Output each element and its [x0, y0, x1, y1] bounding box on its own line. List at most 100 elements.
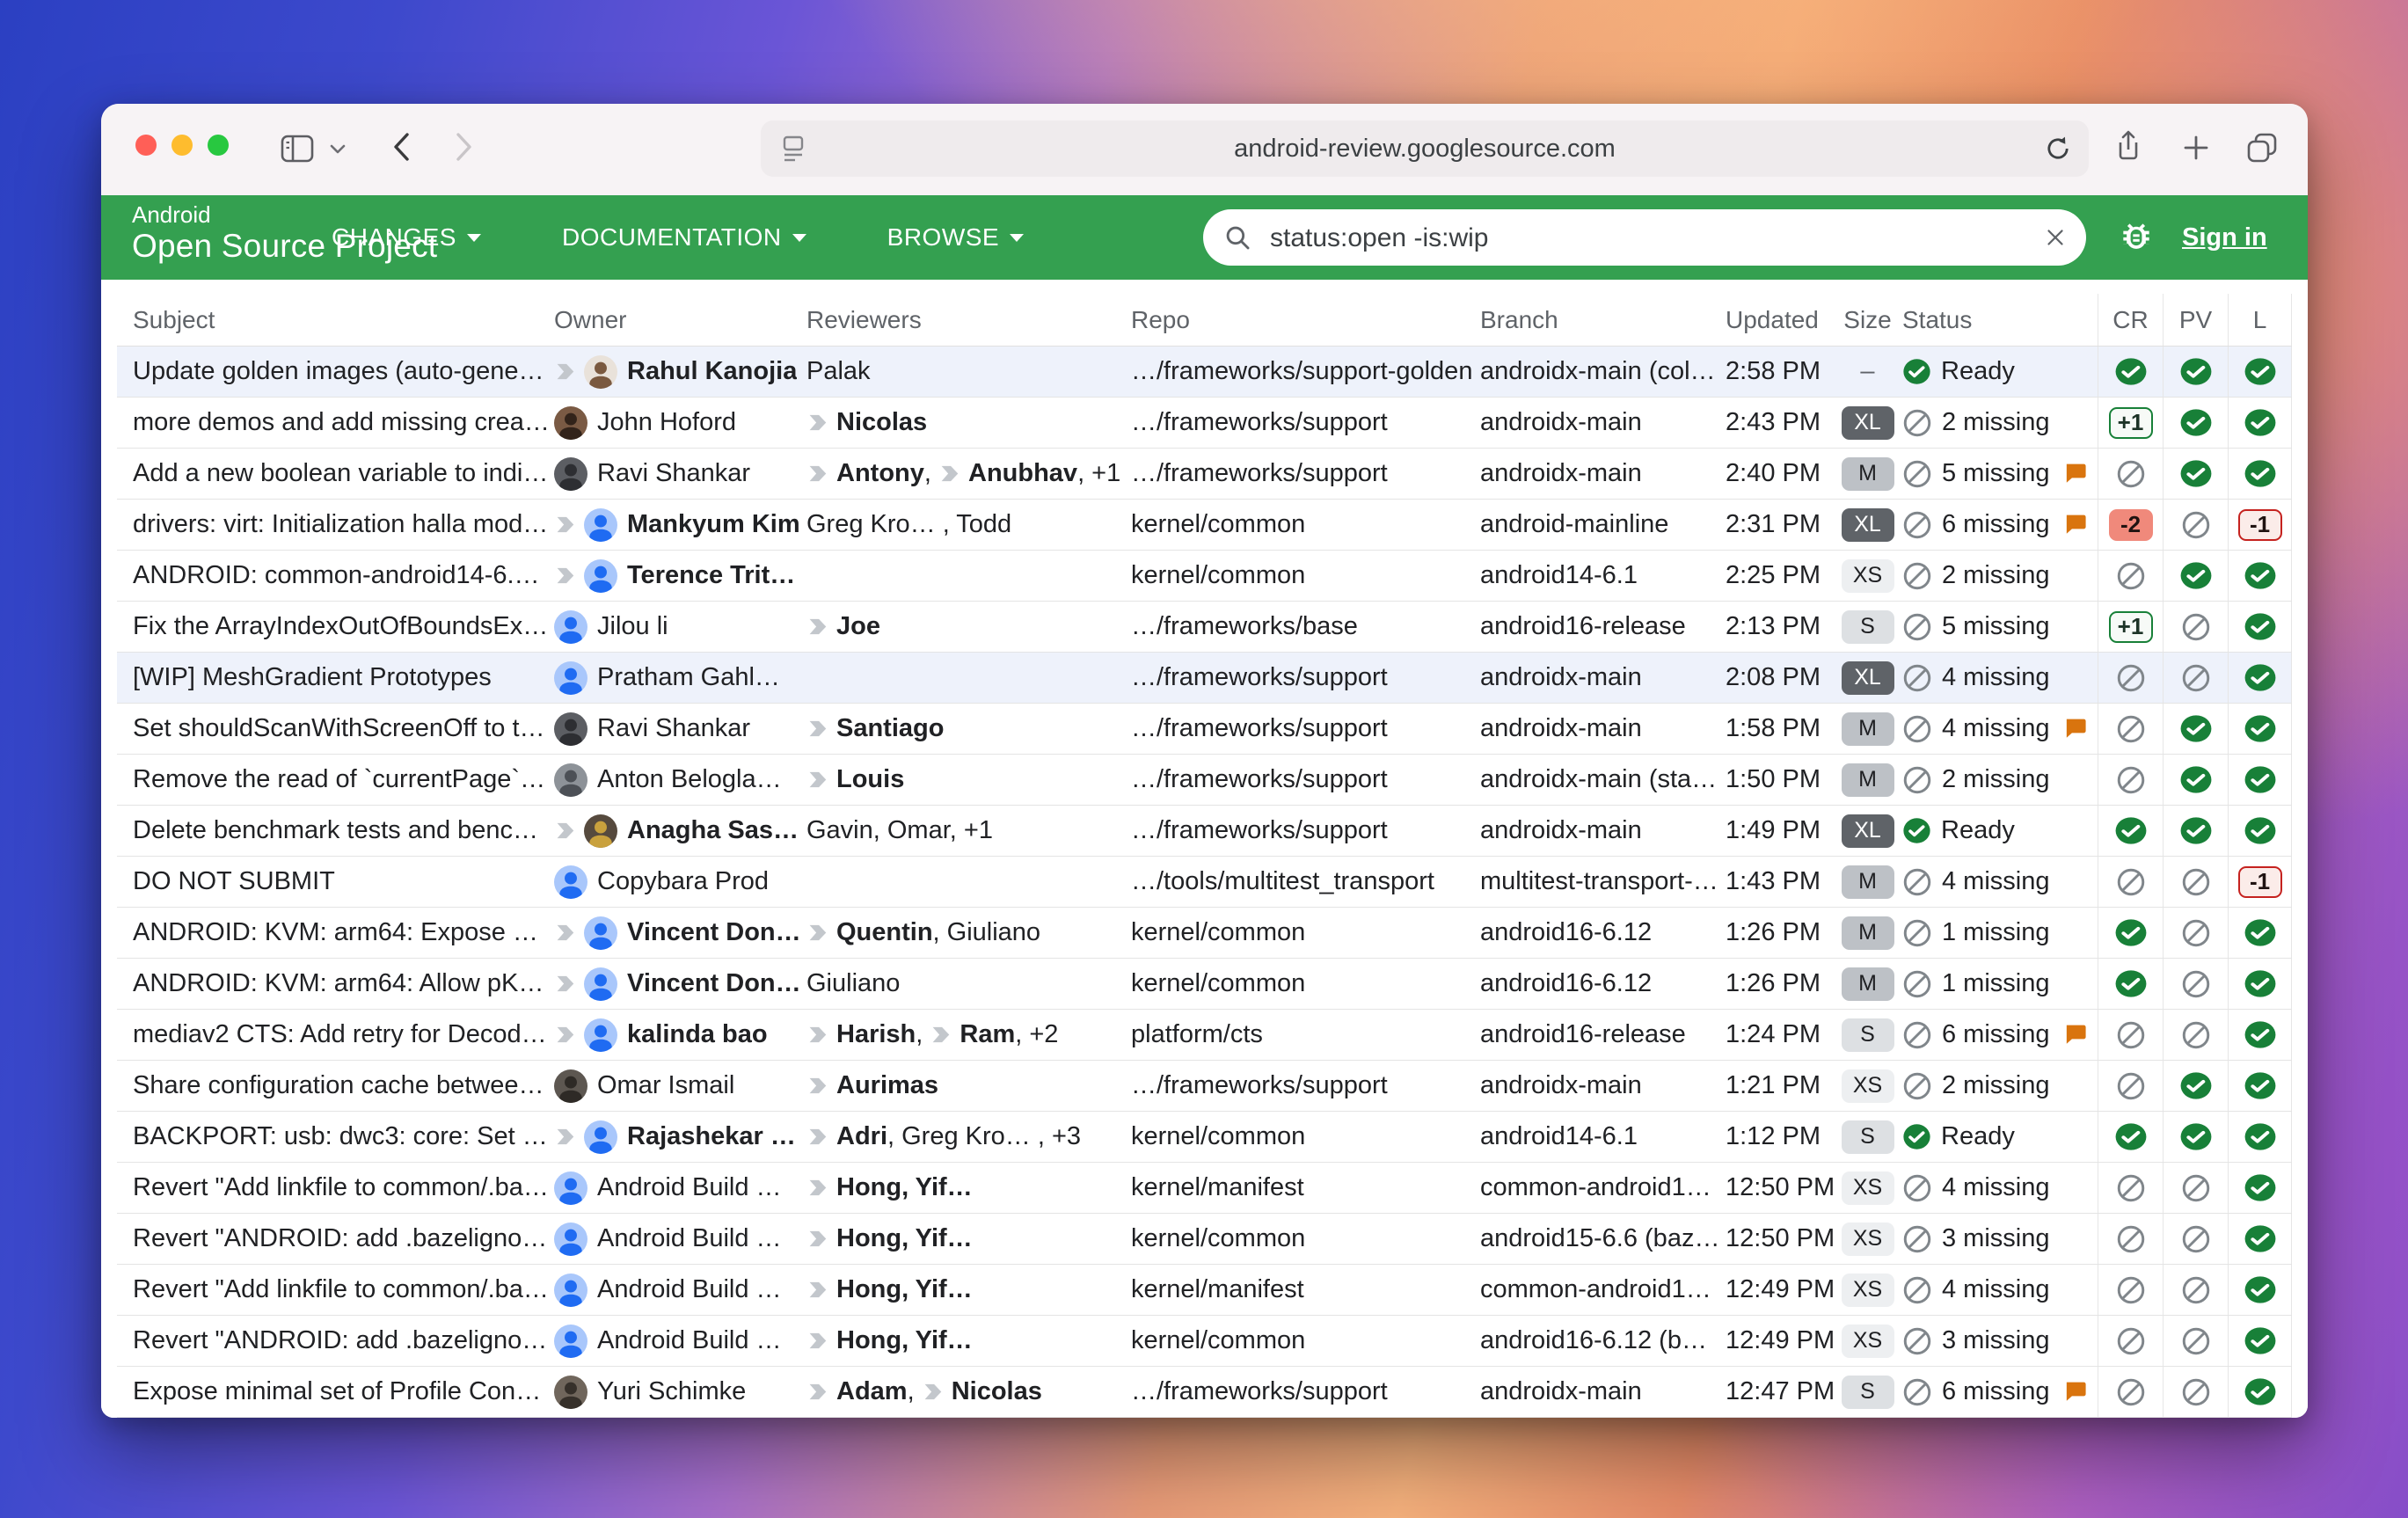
repo-link[interactable]: …/frameworks/support-golden	[1131, 357, 1472, 386]
reviewer-name[interactable]: Nicolas	[952, 1377, 1042, 1406]
reviewer-name[interactable]: Hong, Yif…	[836, 1173, 973, 1202]
reviewer-name[interactable]: Giuliano	[806, 969, 900, 998]
reviewer-name[interactable]: Nicolas	[836, 408, 927, 437]
repo-link[interactable]: …/frameworks/support	[1131, 408, 1388, 437]
branch-link[interactable]: androidx-main	[1480, 663, 1642, 692]
change-row[interactable]: Set shouldScanWithScreenOff to tr… Ravi …	[117, 704, 2292, 755]
repo-link[interactable]: kernel/common	[1131, 1326, 1305, 1355]
change-subject[interactable]: [WIP] MeshGradient Prototypes	[133, 663, 492, 692]
change-row[interactable]: Fix the ArrayIndexOutOfBoundsExc… Jilou …	[117, 602, 2292, 653]
owner-name[interactable]: Android Build …	[597, 1275, 782, 1304]
repo-link[interactable]: kernel/common	[1131, 510, 1305, 539]
owner-name[interactable]: Vincent Donn…	[627, 969, 802, 998]
owner-name[interactable]: Jilou li	[597, 612, 668, 641]
report-bug-icon[interactable]	[2117, 218, 2156, 261]
branch-link[interactable]: android16-release	[1480, 1020, 1686, 1049]
repo-link[interactable]: …/frameworks/support	[1131, 765, 1388, 794]
minimize-window-button[interactable]	[171, 135, 193, 156]
owner-name[interactable]: Vincent Donn…	[627, 918, 802, 947]
zoom-window-button[interactable]	[208, 135, 229, 156]
branch-link[interactable]: android14-6.1	[1480, 1122, 1638, 1151]
owner-name[interactable]: Pratham Gahl…	[597, 663, 780, 692]
nav-changes[interactable]: CHANGES	[332, 223, 481, 252]
owner-name[interactable]: Mankyum Kim	[627, 510, 800, 539]
change-subject[interactable]: mediav2 CTS: Add retry for Decode…	[133, 1020, 550, 1049]
change-row[interactable]: more demos and add missing crea… John Ho…	[117, 398, 2292, 449]
change-subject[interactable]: Share configuration cache between…	[133, 1071, 550, 1100]
repo-link[interactable]: …/frameworks/base	[1131, 612, 1358, 641]
owner-name[interactable]: Ravi Shankar	[597, 714, 750, 743]
branch-link[interactable]: androidx-main	[1480, 714, 1642, 743]
reviewer-name[interactable]: Joe	[836, 612, 880, 641]
branch-link[interactable]: common-android15…	[1480, 1173, 1721, 1202]
change-subject[interactable]: ANDROID: KVM: arm64: Allow pKV…	[133, 969, 550, 998]
reviewer-name[interactable]: Hong, Yif…	[836, 1275, 973, 1304]
owner-name[interactable]: kalinda bao	[627, 1020, 768, 1049]
reviewer-name[interactable]: Louis	[836, 765, 904, 794]
back-button[interactable]	[390, 129, 412, 164]
owner-name[interactable]: Anagha Sasik…	[627, 816, 802, 845]
share-icon[interactable]	[2115, 128, 2142, 165]
owner-name[interactable]: Android Build …	[597, 1326, 782, 1355]
reviewer-name[interactable]: Ram	[960, 1020, 1015, 1049]
change-row[interactable]: ANDROID: common-android14-6.1 … Terence …	[117, 551, 2292, 602]
repo-link[interactable]: kernel/common	[1131, 1224, 1305, 1253]
change-row[interactable]: BACKPORT: usb: dwc3: core: Set fo… Rajas…	[117, 1112, 2292, 1163]
reviewer-name[interactable]: Palak	[806, 357, 871, 386]
change-subject[interactable]: Revert "ANDROID: add .bazelignore …	[133, 1326, 550, 1355]
reload-icon[interactable]	[2043, 134, 2073, 168]
repo-link[interactable]: kernel/manifest	[1131, 1173, 1304, 1202]
change-row[interactable]: DO NOT SUBMIT Copybara Prod …/tools/mult…	[117, 857, 2292, 908]
branch-link[interactable]: android16-release	[1480, 612, 1686, 641]
change-subject[interactable]: Set shouldScanWithScreenOff to tr…	[133, 714, 550, 743]
change-row[interactable]: Share configuration cache between… Omar …	[117, 1061, 2292, 1112]
change-row[interactable]: ANDROID: KVM: arm64: Allow pKV… Vincent …	[117, 959, 2292, 1010]
repo-link[interactable]: kernel/manifest	[1131, 1275, 1304, 1304]
change-row[interactable]: drivers: virt: Initialization halla mod……	[117, 500, 2292, 551]
repo-link[interactable]: …/frameworks/support	[1131, 1377, 1388, 1406]
branch-link[interactable]: androidx-main	[1480, 1377, 1642, 1406]
reviewer-name[interactable]: Adam	[836, 1377, 908, 1406]
owner-name[interactable]: Android Build …	[597, 1173, 782, 1202]
owner-name[interactable]: Copybara Prod	[597, 867, 769, 896]
change-subject[interactable]: Expose minimal set of Profile Cons…	[133, 1377, 550, 1406]
repo-link[interactable]: kernel/common	[1131, 918, 1305, 947]
owner-name[interactable]: Omar Ismail	[597, 1071, 734, 1100]
forward-button[interactable]	[453, 129, 476, 164]
owner-name[interactable]: Ravi Shankar	[597, 459, 750, 488]
tab-overview-icon[interactable]	[2245, 131, 2280, 164]
repo-link[interactable]: …/frameworks/support	[1131, 459, 1388, 488]
change-row[interactable]: mediav2 CTS: Add retry for Decode… kalin…	[117, 1010, 2292, 1061]
branch-link[interactable]: android16-6.12	[1480, 918, 1652, 947]
branch-link[interactable]: android-mainline	[1480, 510, 1668, 539]
chevron-down-icon[interactable]	[328, 142, 347, 157]
reviewer-name[interactable]: Adri	[836, 1122, 887, 1151]
change-row[interactable]: ANDROID: KVM: arm64: Expose un… Vincent …	[117, 908, 2292, 959]
owner-name[interactable]: Rajashekar K…	[627, 1122, 802, 1151]
owner-name[interactable]: Anton Belogla…	[597, 765, 782, 794]
change-subject[interactable]: Remove the read of `currentPage` f…	[133, 765, 550, 794]
change-subject[interactable]: more demos and add missing crea…	[133, 408, 550, 437]
owner-name[interactable]: Rahul Kanojia	[627, 357, 797, 386]
change-row[interactable]: Revert "Add linkfile to common/.ba… Andr…	[117, 1265, 2292, 1316]
branch-link[interactable]: androidx-main	[1480, 816, 1642, 845]
address-bar[interactable]: android-review.googlesource.com	[761, 120, 2089, 177]
change-row[interactable]: Revert "ANDROID: add .bazelignore … Andr…	[117, 1316, 2292, 1367]
change-row[interactable]: Revert "ANDROID: add .bazelignore … Andr…	[117, 1214, 2292, 1265]
nav-browse[interactable]: BROWSE	[887, 223, 1024, 252]
branch-link[interactable]: android15-6.6 (baz…	[1480, 1224, 1719, 1253]
change-subject[interactable]: Revert "Add linkfile to common/.ba…	[133, 1173, 549, 1202]
repo-link[interactable]: platform/cts	[1131, 1020, 1263, 1049]
reviewer-name[interactable]: Santiago	[836, 714, 944, 743]
reviewer-name[interactable]: Greg Kro… , Todd	[806, 510, 1011, 539]
reviewer-name[interactable]: Anubhav	[968, 459, 1077, 488]
branch-link[interactable]: androidx-main	[1480, 459, 1642, 488]
reviewer-name[interactable]: Aurimas	[836, 1071, 938, 1100]
reviewer-name[interactable]: Hong, Yif…	[836, 1326, 973, 1355]
change-row[interactable]: Expose minimal set of Profile Cons… Yuri…	[117, 1367, 2292, 1418]
reviewer-name[interactable]: Gavin, Omar, +1	[806, 816, 993, 845]
branch-link[interactable]: android16-6.12	[1480, 969, 1652, 998]
change-row[interactable]: Delete benchmark tests and bench… Anagha…	[117, 806, 2292, 857]
branch-link[interactable]: androidx-main	[1480, 1071, 1642, 1100]
change-row[interactable]: [WIP] MeshGradient Prototypes Pratham Ga…	[117, 653, 2292, 704]
